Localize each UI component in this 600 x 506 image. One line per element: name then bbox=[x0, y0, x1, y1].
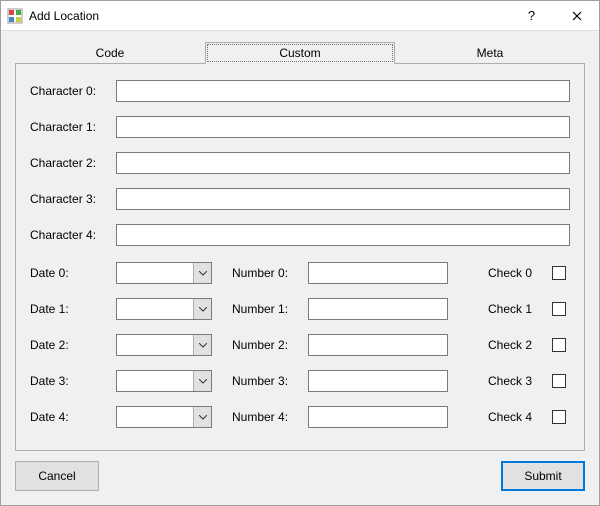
date-3-input[interactable] bbox=[116, 370, 212, 392]
window-title: Add Location bbox=[29, 9, 99, 23]
character-label: Character 2: bbox=[30, 156, 108, 170]
check-2-checkbox[interactable] bbox=[552, 338, 566, 352]
client-area: Code Custom Meta Character 0: Character … bbox=[1, 31, 599, 505]
character-label: Character 4: bbox=[30, 228, 108, 242]
check-0-checkbox[interactable] bbox=[552, 266, 566, 280]
date-number-check-grid: Date 0: Number 0: Check 0 Date 1: bbox=[30, 262, 570, 428]
check-1-checkbox[interactable] bbox=[552, 302, 566, 316]
character-label: Character 3: bbox=[30, 192, 108, 206]
check-4-checkbox[interactable] bbox=[552, 410, 566, 424]
help-icon: ? bbox=[528, 8, 535, 23]
tab-strip: Code Custom Meta bbox=[15, 41, 585, 63]
character-3-input[interactable] bbox=[116, 188, 570, 210]
tab-label: Code bbox=[96, 46, 125, 60]
chevron-down-icon bbox=[193, 263, 211, 283]
character-1-input[interactable] bbox=[116, 116, 570, 138]
check-label: Check 1 bbox=[488, 302, 544, 316]
chevron-down-icon bbox=[193, 299, 211, 319]
submit-button[interactable]: Submit bbox=[501, 461, 585, 491]
character-0-input[interactable] bbox=[116, 80, 570, 102]
date-label: Date 0: bbox=[30, 266, 108, 280]
character-2-input[interactable] bbox=[116, 152, 570, 174]
close-button[interactable] bbox=[554, 1, 599, 31]
help-button[interactable]: ? bbox=[509, 1, 554, 31]
button-label: Cancel bbox=[38, 469, 75, 483]
dialog-window: Add Location ? Code Custom Meta bbox=[0, 0, 600, 506]
row-2: Date 2: Number 2: Check 2 bbox=[30, 334, 570, 356]
character-row-3: Character 3: bbox=[30, 188, 570, 210]
tab-label: Meta bbox=[477, 46, 504, 60]
number-1-input[interactable] bbox=[308, 298, 448, 320]
row-4: Date 4: Number 4: Check 4 bbox=[30, 406, 570, 428]
date-label: Date 3: bbox=[30, 374, 108, 388]
character-label: Character 1: bbox=[30, 120, 108, 134]
check-3-checkbox[interactable] bbox=[552, 374, 566, 388]
close-icon bbox=[572, 11, 582, 21]
character-label: Character 0: bbox=[30, 84, 108, 98]
cancel-button[interactable]: Cancel bbox=[15, 461, 99, 491]
date-label: Date 2: bbox=[30, 338, 108, 352]
tab-panel-custom: Character 0: Character 1: Character 2: C… bbox=[15, 63, 585, 451]
app-icon bbox=[7, 8, 23, 24]
character-row-4: Character 4: bbox=[30, 224, 570, 246]
number-3-input[interactable] bbox=[308, 370, 448, 392]
number-2-input[interactable] bbox=[308, 334, 448, 356]
check-label: Check 3 bbox=[488, 374, 544, 388]
dialog-button-row: Cancel Submit bbox=[15, 461, 585, 491]
date-2-input[interactable] bbox=[116, 334, 212, 356]
row-1: Date 1: Number 1: Check 1 bbox=[30, 298, 570, 320]
date-0-input[interactable] bbox=[116, 262, 212, 284]
number-label: Number 4: bbox=[232, 410, 300, 424]
number-0-input[interactable] bbox=[308, 262, 448, 284]
row-0: Date 0: Number 0: Check 0 bbox=[30, 262, 570, 284]
tab-code[interactable]: Code bbox=[15, 42, 205, 64]
character-row-2: Character 2: bbox=[30, 152, 570, 174]
number-label: Number 2: bbox=[232, 338, 300, 352]
chevron-down-icon bbox=[193, 335, 211, 355]
number-label: Number 0: bbox=[232, 266, 300, 280]
tab-meta[interactable]: Meta bbox=[395, 42, 585, 64]
date-4-input[interactable] bbox=[116, 406, 212, 428]
number-label: Number 1: bbox=[232, 302, 300, 316]
titlebar: Add Location ? bbox=[1, 1, 599, 31]
date-label: Date 1: bbox=[30, 302, 108, 316]
chevron-down-icon bbox=[193, 371, 211, 391]
button-label: Submit bbox=[524, 469, 561, 483]
check-label: Check 4 bbox=[488, 410, 544, 424]
character-row-1: Character 1: bbox=[30, 116, 570, 138]
number-label: Number 3: bbox=[232, 374, 300, 388]
tab-label: Custom bbox=[279, 46, 320, 60]
tab-custom[interactable]: Custom bbox=[205, 42, 395, 64]
row-3: Date 3: Number 3: Check 3 bbox=[30, 370, 570, 392]
date-1-input[interactable] bbox=[116, 298, 212, 320]
number-4-input[interactable] bbox=[308, 406, 448, 428]
character-4-input[interactable] bbox=[116, 224, 570, 246]
date-label: Date 4: bbox=[30, 410, 108, 424]
check-label: Check 0 bbox=[488, 266, 544, 280]
chevron-down-icon bbox=[193, 407, 211, 427]
character-row-0: Character 0: bbox=[30, 80, 570, 102]
check-label: Check 2 bbox=[488, 338, 544, 352]
